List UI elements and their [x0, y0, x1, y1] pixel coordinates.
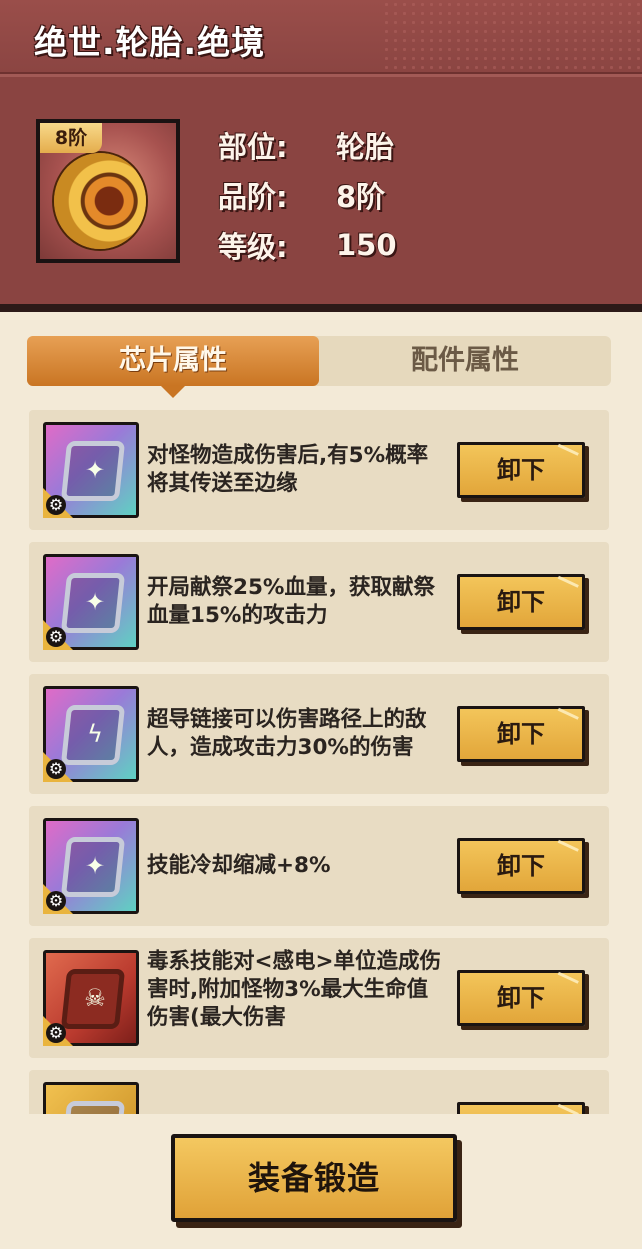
red-skull-chip-icon: ☠ ⚙ [43, 950, 139, 1046]
chip-description: 毒系技能对<感电>单位造成伤害时,附加怪物3%最大生命值伤害(最大伤害 [147, 949, 442, 1030]
attr-value: 8阶 [336, 180, 386, 214]
list-item: ✦ ⚙ 技能冷却缩减+8% 卸下 [29, 806, 609, 926]
gear-icon: ⚙ [46, 1023, 66, 1043]
dot-pattern [382, 0, 642, 74]
title-bar: 绝世.轮胎.绝境 [0, 0, 642, 77]
tab-accessory-attributes[interactable]: 配件属性 [319, 336, 611, 386]
item-icon-frame: 8阶 [36, 119, 180, 263]
attribute-tabs: 芯片属性 配件属性 [27, 336, 611, 398]
gold-chip-icon [43, 1082, 139, 1114]
purple-chip-icon: ✦ ⚙ [43, 818, 139, 914]
gear-icon: ⚙ [46, 759, 66, 779]
gear-icon: ⚙ [46, 627, 66, 647]
tire-icon [54, 153, 146, 249]
attr-key: 品阶: [218, 180, 288, 214]
purple-chip-icon: ✦ ⚙ [43, 554, 139, 650]
item-attributes: 部位: 轮胎 品阶: 8阶 等级: 150 [218, 120, 397, 270]
purple-chip-icon: ✦ ⚙ [43, 422, 139, 518]
header-divider [0, 304, 642, 312]
unload-button[interactable] [457, 1102, 585, 1114]
attr-value: 轮胎 [336, 130, 395, 164]
tab-chip-attributes[interactable]: 芯片属性 [27, 336, 319, 398]
equipment-forge-button[interactable]: 装备锻造 [171, 1134, 457, 1222]
unload-button[interactable]: 卸下 [457, 442, 585, 498]
unload-button[interactable]: 卸下 [457, 970, 585, 1026]
list-item: ✦ ⚙ 对怪物造成伤害后,有5%概率将其传送至边缘 卸下 [29, 410, 609, 530]
chip-description: 超导链接可以伤害路径上的敌人，造成攻击力30%的伤害 [147, 707, 427, 760]
attr-value: 150 [336, 228, 397, 262]
chip-description: 对怪物造成伤害后,有5%概率将其传送至边缘 [147, 443, 429, 496]
chip-description: 开局献祭25%血量，获取献祭血量15%的攻击力 [147, 575, 435, 628]
item-header: 绝世.轮胎.绝境 8阶 部位: 轮胎 品阶: 8阶 等级: 150 [0, 0, 642, 312]
attr-key: 部位: [218, 130, 288, 164]
gear-icon: ⚙ [46, 891, 66, 911]
list-item-partial [29, 1070, 609, 1114]
unload-button[interactable]: 卸下 [457, 706, 585, 762]
attr-key: 等级: [218, 230, 288, 264]
unload-button[interactable]: 卸下 [457, 574, 585, 630]
chip-description: 技能冷却缩减+8% [147, 853, 331, 878]
unload-button[interactable]: 卸下 [457, 838, 585, 894]
list-item: ϟ ⚙ 超导链接可以伤害路径上的敌人，造成攻击力30%的伤害 卸下 [29, 674, 609, 794]
item-title: 绝世.轮胎.绝境 [34, 23, 266, 62]
attr-row-level: 等级: 150 [218, 220, 397, 270]
gear-icon: ⚙ [46, 495, 66, 515]
purple-chip-icon: ϟ ⚙ [43, 686, 139, 782]
list-item: ✦ ⚙ 开局献祭25%血量，获取献祭血量15%的攻击力 卸下 [29, 542, 609, 662]
attr-row-slot: 部位: 轮胎 [218, 120, 397, 170]
tier-badge: 8阶 [40, 123, 102, 153]
attr-row-grade: 品阶: 8阶 [218, 170, 397, 220]
list-item: ☠ ⚙ 毒系技能对<感电>单位造成伤害时,附加怪物3%最大生命值伤害(最大伤害 … [29, 938, 609, 1058]
chip-list[interactable]: ✦ ⚙ 对怪物造成伤害后,有5%概率将其传送至边缘 卸下 ✦ ⚙ 开局献祭25%… [29, 410, 609, 1114]
